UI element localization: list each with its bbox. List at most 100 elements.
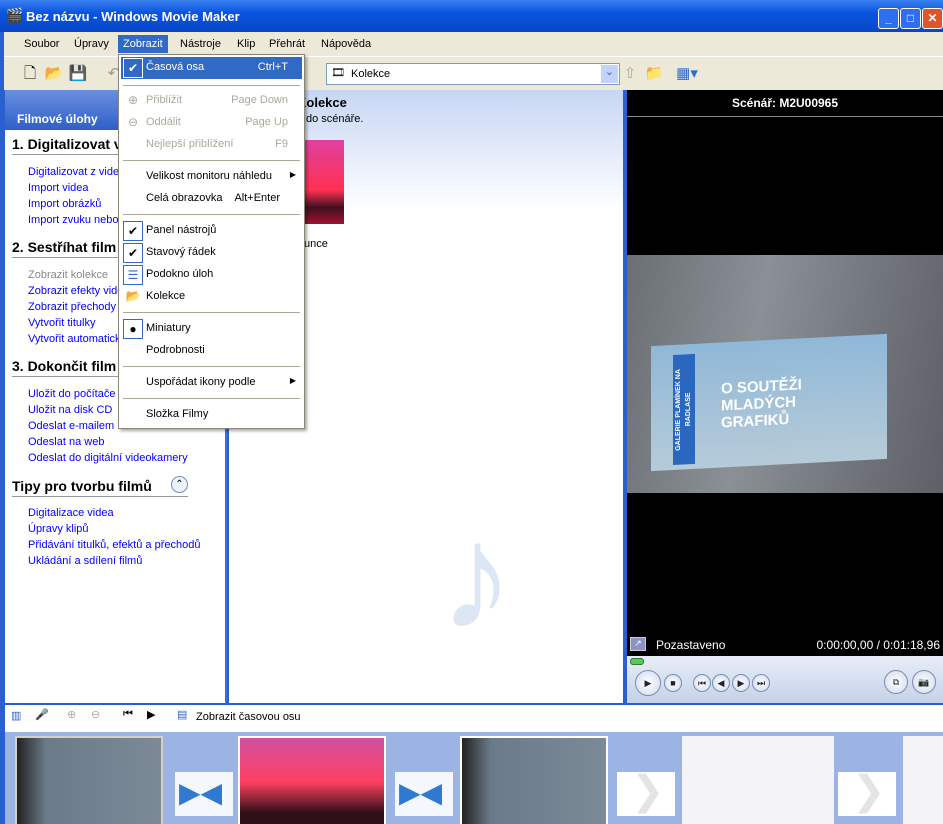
menu-item-movies-folder[interactable]: Složka Filmy (121, 404, 302, 426)
menu-item-timeline[interactable]: ✔ Časová osa Ctrl+T (121, 57, 302, 79)
sign-text: O SOUTĚŽI MLADÝCH GRAFIKŮ (721, 376, 802, 432)
collapse-icon[interactable]: ⌃ (171, 476, 188, 493)
collection-combo[interactable]: 🎞 Kolekce ⌄ (326, 63, 620, 85)
seek-handle[interactable] (630, 658, 644, 665)
step-forward-icon[interactable]: ▶ (732, 674, 750, 692)
previous-icon[interactable]: ⏮ (693, 674, 711, 692)
menu-klip[interactable]: Klip (237, 38, 255, 50)
menu-item-collections[interactable]: 📂 Kolekce (121, 286, 302, 308)
show-timeline-button[interactable]: Zobrazit časovou osu (196, 711, 301, 723)
link-dv-camera[interactable]: Odeslat do digitální videokamery (28, 452, 188, 464)
clip-thumbnail[interactable] (304, 140, 344, 224)
step-back-icon[interactable]: ◀ (712, 674, 730, 692)
playback-status: Pozastaveno (656, 638, 726, 652)
save-icon[interactable]: 💾 (68, 64, 88, 84)
empty-clip-slot[interactable] (903, 736, 943, 824)
menu-item-monitor-size[interactable]: Velikost monitoru náhledu ▶ (121, 166, 302, 188)
rewind-icon[interactable]: ⏮ (123, 708, 133, 721)
music-note-watermark-icon: ♪ (439, 492, 514, 660)
menu-zobrazit[interactable]: Zobrazit (118, 35, 168, 53)
link-save-computer[interactable]: Uložit do počítače (28, 388, 115, 400)
snapshot-icon[interactable]: 📷 (912, 670, 936, 694)
clip-label[interactable]: unce (304, 238, 328, 250)
link-tip-titles[interactable]: Přidávání titulků, efektů a přechodů (28, 539, 200, 551)
play-storyboard-icon[interactable]: ▶ (147, 708, 155, 721)
menu-separator (123, 398, 300, 399)
menu-item-details[interactable]: Podrobnosti (121, 340, 302, 362)
menu-nastroje[interactable]: Nástroje (180, 38, 221, 50)
zoom-out-icon: ⊖ (127, 115, 139, 129)
stop-icon[interactable]: ■ (664, 674, 682, 692)
narrate-icon[interactable]: 🎤 (35, 708, 49, 721)
collection-icon: 🎞 (331, 67, 345, 79)
video-frame: GALERIE PLAMÍNEK NA RADLASE O SOUTĚŽI ML… (627, 255, 943, 493)
up-folder-icon[interactable]: ⇧ (620, 64, 640, 84)
menu-upravy[interactable]: Úpravy (74, 38, 109, 50)
empty-clip-slot[interactable] (682, 736, 834, 824)
open-project-icon[interactable]: 📂 (44, 64, 64, 84)
transition-slot[interactable]: ❯ (838, 769, 896, 816)
play-icon[interactable]: ▶ (635, 670, 661, 696)
menu-item-arrange-icons[interactable]: Uspořádat ikony podle ▶ (121, 372, 302, 394)
title-bar: 🎬 Bez názvu - Windows Movie Maker _ □ ✕ (0, 0, 943, 32)
menu-item-fullscreen[interactable]: Celá obrazovka Alt+Enter (121, 188, 302, 210)
menu-item-zoom-out[interactable]: ⊖ Oddálit Page Up (121, 112, 302, 134)
menu-item-toolbar[interactable]: ✔ Panel nástrojů (121, 220, 302, 242)
radio-dot-icon: ● (123, 319, 143, 339)
minimize-button[interactable]: _ (878, 8, 899, 29)
link-email[interactable]: Odeslat e-mailem (28, 420, 114, 432)
sign-side-text: GALERIE PLAMÍNEK NA RADLASE (675, 368, 692, 451)
maximize-button[interactable]: □ (900, 8, 921, 29)
views-icon[interactable]: ▦▾ (674, 64, 700, 84)
menu-separator (123, 160, 300, 161)
menu-prehrat[interactable]: Přehrát (269, 38, 305, 50)
link-tip-share[interactable]: Ukládání a sdílení filmů (28, 555, 142, 567)
link-titles[interactable]: Vytvořit titulky (28, 317, 95, 329)
zoom-out-icon[interactable]: ⊖ (91, 708, 100, 721)
link-import-video[interactable]: Import videa (28, 182, 89, 194)
link-transitions[interactable]: Zobrazit přechody (28, 301, 116, 313)
link-web[interactable]: Odeslat na web (28, 436, 104, 448)
link-import-images[interactable]: Import obrázků (28, 198, 101, 210)
view-menu: ✔ Časová osa Ctrl+T ⊕ Přiblížit Page Down ⊖ O… (118, 54, 305, 429)
next-icon[interactable]: ⏭ (752, 674, 770, 692)
close-button[interactable]: ✕ (922, 8, 943, 29)
menu-separator (123, 85, 300, 86)
chevron-down-icon[interactable]: ⌄ (601, 65, 618, 83)
link-save-cd[interactable]: Uložit na disk CD (28, 404, 112, 416)
transition-slot[interactable]: ▶◀ (395, 772, 453, 816)
transition-slot[interactable]: ▶◀ (175, 772, 233, 816)
new-folder-icon[interactable]: 📁 (644, 64, 664, 84)
check-icon: ✔ (123, 58, 143, 78)
menu-separator (123, 214, 300, 215)
transition-slot[interactable]: ❯ (617, 769, 675, 816)
preview-title: Scénář: M2U00965 (627, 96, 943, 117)
menu-item-zoom-in[interactable]: ⊕ Přiblížit Page Down (121, 90, 302, 112)
link-show-collections[interactable]: Zobrazit kolekce (28, 269, 108, 281)
fullscreen-icon[interactable]: ↗ (630, 637, 646, 651)
timeline-icon[interactable]: ▤ (177, 708, 187, 721)
storyboard-clip[interactable] (15, 736, 163, 824)
menu-item-thumbnails[interactable]: ● Miniatury (121, 318, 302, 340)
menu-item-task-pane[interactable]: ☰ Podokno úloh (121, 264, 302, 286)
storyboard: ▶◀ ▶◀ ❯ ❯ (5, 732, 943, 824)
menu-item-status-bar[interactable]: ✔ Stavový řádek (121, 242, 302, 264)
link-tip-edit[interactable]: Úpravy klipů (28, 523, 89, 535)
storyboard-clip[interactable] (238, 736, 386, 824)
collection-combo-value: Kolekce (351, 68, 391, 80)
task-pane-title: Filmové úlohy (17, 112, 98, 126)
menu-item-best-fit[interactable]: Nejlepší přiblížení F9 (121, 134, 302, 156)
folder-icon: 📂 (125, 289, 141, 303)
link-video-effects[interactable]: Zobrazit efekty videa (28, 285, 130, 297)
storyboard-clip[interactable] (460, 736, 608, 824)
preview-monitor: Scénář: M2U00965 GALERIE PLAMÍNEK NA RAD… (627, 90, 943, 703)
link-tip-digitize[interactable]: Digitalizace videa (28, 507, 114, 519)
menu-soubor[interactable]: Soubor (24, 38, 59, 50)
split-clip-icon[interactable]: ⧉ (884, 670, 908, 694)
new-project-icon[interactable]: 🗋 (20, 64, 40, 84)
menu-separator (123, 366, 300, 367)
menu-napoveda[interactable]: Nápověda (321, 38, 371, 50)
storyboard-options-icon[interactable]: ▥ (11, 709, 21, 722)
seek-bar[interactable]: ▶ ■ ⏮ ◀ ▶ ⏭ ⧉ 📷 (627, 656, 943, 703)
zoom-in-icon[interactable]: ⊕ (67, 708, 76, 721)
